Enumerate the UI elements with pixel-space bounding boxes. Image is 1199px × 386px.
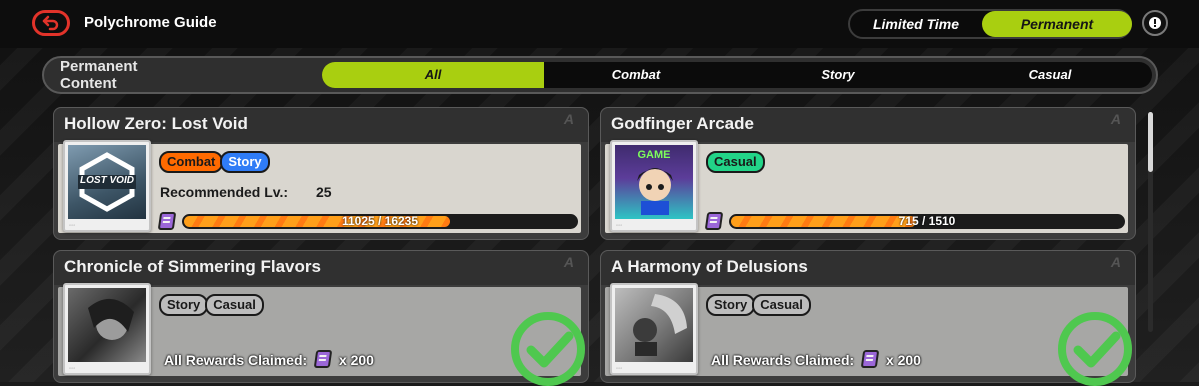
card-title: Godfinger Arcade <box>611 114 754 133</box>
thumbnail-footer: ◦◦◦ <box>616 366 623 372</box>
progress-bar: 715 / 1510 <box>729 214 1125 229</box>
card-thumbnail: LOST VOID ◦◦◦ <box>63 140 151 232</box>
ticket-icon <box>704 212 724 230</box>
tag-story: Story <box>159 294 209 316</box>
content-card-lost-void[interactable]: Hollow Zero: Lost Void A LOST VOID ◦◦◦ C… <box>53 107 589 240</box>
card-body: ◦◦◦ Story Casual All Rewards Claimed: x … <box>605 283 1132 386</box>
card-title: Hollow Zero: Lost Void <box>64 114 248 133</box>
rewards-claimed: All Rewards Claimed: x 200 <box>164 347 374 368</box>
card-body: GAME ◦◦◦ Casual 715 / 1510 <box>605 140 1128 233</box>
filter-bar: Permanent Content All Combat Story Casua… <box>42 56 1158 94</box>
content-card-simmering-flavors[interactable]: Chronicle of Simmering Flavors A ◦◦◦ Sto… <box>53 250 589 386</box>
tag-casual: Casual <box>752 294 811 316</box>
tag-casual: Casual <box>205 294 264 316</box>
tab-casual[interactable]: Casual <box>948 62 1152 88</box>
tag-story: Story <box>220 151 270 173</box>
corner-logo-icon: A <box>1110 254 1121 270</box>
thumbnail-image: GAME <box>615 145 693 219</box>
rewards-claimed-amount: x 200 <box>885 352 921 368</box>
info-icon <box>1149 17 1161 29</box>
card-title: Chronicle of Simmering Flavors <box>64 257 321 276</box>
scrollbar[interactable] <box>1148 112 1153 332</box>
tag-list: Story Casual <box>706 294 811 316</box>
character-portrait-icon <box>88 298 134 340</box>
card-body: ◦◦◦ Story Casual All Rewards Claimed: x … <box>58 283 585 386</box>
tag-casual: Casual <box>706 151 765 173</box>
mode-limited-time[interactable]: Limited Time <box>850 11 982 37</box>
filter-title: Permanent Content <box>60 58 138 92</box>
mode-toggle: Limited Time Permanent <box>848 9 1132 39</box>
rewards-claimed-label: All Rewards Claimed: <box>711 352 855 368</box>
tag-list: Casual <box>706 151 765 173</box>
card-header: Godfinger Arcade A <box>601 108 1135 142</box>
tag-list: Story Casual <box>159 294 264 316</box>
tag-list: Combat Story <box>159 151 270 173</box>
card-header: Hollow Zero: Lost Void A <box>54 108 588 142</box>
back-button[interactable] <box>32 10 70 36</box>
card-header: A Harmony of Delusions A <box>601 251 1135 285</box>
tab-story[interactable]: Story <box>728 62 948 88</box>
thumbnail-logo-text: GAME <box>637 149 671 161</box>
filter-title-line2: Content <box>60 75 117 92</box>
thumbnail-image <box>615 288 693 362</box>
card-body: LOST VOID ◦◦◦ Combat Story Recommended L… <box>58 140 581 233</box>
content-card-harmony-of-delusions[interactable]: A Harmony of Delusions A ◦◦◦ Story Casua… <box>600 250 1136 386</box>
corner-logo-icon: A <box>1110 111 1121 127</box>
character-portrait-icon <box>633 294 687 356</box>
app-title: Polychrome Guide <box>84 14 217 31</box>
recommended-level: Recommended Lv.: 25 <box>160 184 332 200</box>
back-arrow-icon <box>42 15 59 31</box>
rewards-claimed-label: All Rewards Claimed: <box>164 352 308 368</box>
rewards-claimed-amount: x 200 <box>338 352 374 368</box>
filter-title-line1: Permanent <box>60 58 138 75</box>
tab-all[interactable]: All <box>322 62 544 88</box>
recommended-value: 25 <box>316 184 332 200</box>
thumbnail-image <box>68 288 146 362</box>
card-thumbnail: ◦◦◦ <box>610 283 698 375</box>
progress-text: 11025 / 16235 <box>341 214 419 228</box>
thumbnail-footer: ◦◦◦ <box>69 223 76 229</box>
ticket-icon <box>313 350 333 368</box>
ticket-icon <box>860 350 880 368</box>
progress-text: 715 / 1510 <box>898 214 956 228</box>
checkmark-icon <box>1058 312 1132 386</box>
top-bar: Polychrome Guide Limited Time Permanent <box>0 0 1199 48</box>
info-button[interactable] <box>1142 10 1168 36</box>
thumbnail-footer: ◦◦◦ <box>69 366 76 372</box>
content-card-godfinger-arcade[interactable]: Godfinger Arcade A GAME ◦◦◦ Casual 715 / <box>600 107 1136 240</box>
progress-bar: 11025 / 16235 <box>182 214 578 229</box>
thumbnail-logo-text: LOST VOID <box>80 175 134 186</box>
ticket-icon <box>157 212 177 230</box>
scrollbar-thumb[interactable] <box>1148 112 1153 172</box>
card-thumbnail: ◦◦◦ <box>63 283 151 375</box>
card-header: Chronicle of Simmering Flavors A <box>54 251 588 285</box>
card-title: A Harmony of Delusions <box>611 257 808 276</box>
tab-combat[interactable]: Combat <box>544 62 728 88</box>
tag-story: Story <box>706 294 756 316</box>
thumbnail-footer: ◦◦◦ <box>616 223 623 229</box>
tag-combat: Combat <box>159 151 224 173</box>
corner-logo-icon: A <box>563 254 574 270</box>
corner-logo-icon: A <box>563 111 574 127</box>
rewards-claimed: All Rewards Claimed: x 200 <box>711 347 921 368</box>
card-thumbnail: GAME ◦◦◦ <box>610 140 698 232</box>
thumbnail-image: LOST VOID <box>68 145 146 219</box>
checkmark-icon <box>511 312 585 386</box>
recommended-label: Recommended Lv.: <box>160 184 289 200</box>
filter-tabs: All Combat Story Casual <box>322 62 1152 88</box>
mode-permanent[interactable]: Permanent <box>982 11 1132 37</box>
